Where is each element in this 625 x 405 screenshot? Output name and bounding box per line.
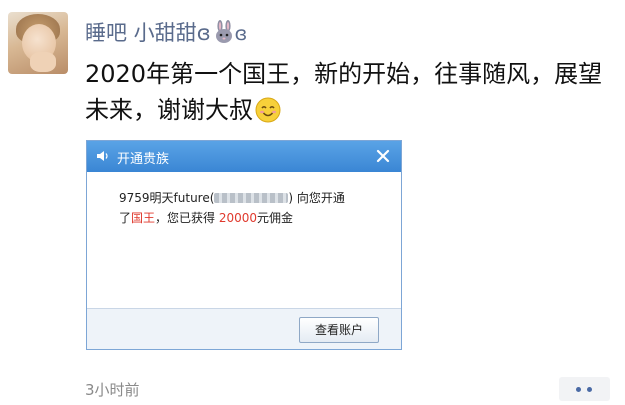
dialog-footer: 查看账户 [87,308,401,349]
dialog-titlebar[interactable]: 开通贵族 [87,141,401,172]
dialog-title: 开通贵族 [117,152,170,167]
username[interactable]: 睡吧 小甜甜ɞ ɞ [85,17,247,47]
dialog-line2-a: 了 [119,211,132,225]
username-suffix: ɞ [196,21,211,45]
bunny-icon [215,20,232,43]
close-icon[interactable] [375,148,391,164]
dialog-line1-suffix: ) 向您开通 [288,191,345,205]
dialog-line-2: 了国王，您已获得 20000元佣金 [119,208,385,228]
avatar-hand [30,52,56,72]
commission-amount: 20000 [218,211,258,225]
post-text-body: 2020年第一个国王，新的开始，往事随风，展望未来，谢谢大叔 [85,60,603,124]
dialog-line2-b: ，您已获得 [155,211,219,225]
timestamp: 3小时前 [85,381,140,399]
dialog-line-1: 9759明天future( ) 向您开通 [119,188,385,208]
smile-icon [255,97,281,123]
dialog-line1-prefix: 9759明天future( [119,191,215,205]
speaker-icon [97,151,108,161]
more-button[interactable] [559,377,610,401]
dialog-window: 开通贵族 9759明天future( ) 向您开通 了国王，您已获得 20000元… [86,140,402,350]
dialog-line2-c: 元佣金 [257,211,294,225]
avatar[interactable] [8,12,68,74]
dialog-message: 9759明天future( ) 向您开通 了国王，您已获得 20000元佣金 [119,188,385,228]
masked-user-id [214,193,289,203]
username-text: 睡吧 小甜甜 [85,21,197,45]
view-account-button[interactable]: 查看账户 [299,317,379,343]
post-text: 2020年第一个国王，新的开始，往事随风，展望未来，谢谢大叔 [85,56,605,128]
king-title: 国王 [131,211,156,225]
